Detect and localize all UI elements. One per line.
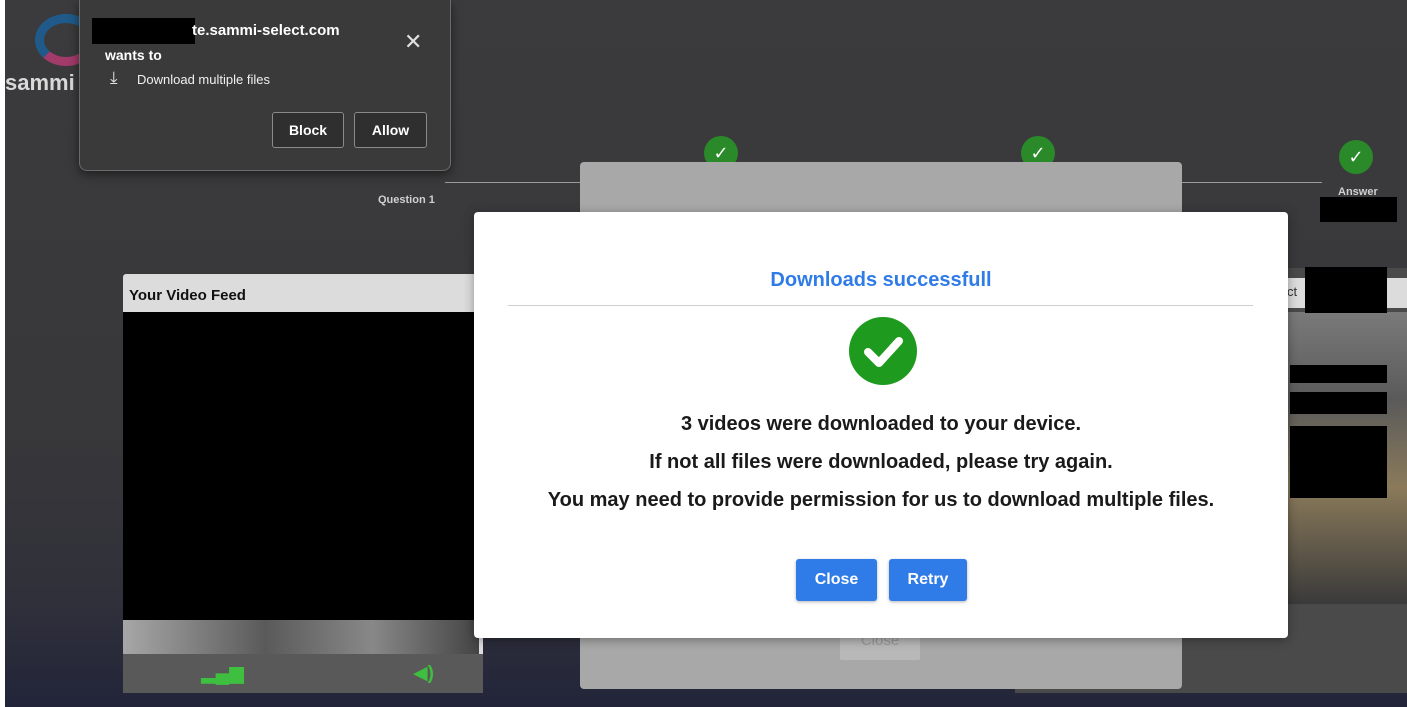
video-controls-bar: ▂▄▆ ◀): [123, 654, 483, 693]
permission-request-text: Download multiple files: [137, 72, 270, 87]
redaction-box: [1320, 197, 1397, 222]
speaker-icon[interactable]: ◀): [413, 662, 434, 685]
redaction-box: [1290, 392, 1387, 414]
success-check-icon: [849, 317, 917, 385]
video-feed-panel: Your Video Feed ▂▄▆ ◀): [123, 274, 483, 693]
step-check-icon: ✓: [1339, 140, 1373, 174]
download-permission-popup: te.sammi-select.com wants to ✕ ⤓ Downloa…: [79, 0, 451, 171]
video-feed-preview: [123, 620, 479, 654]
permission-wants-text: wants to: [105, 47, 162, 63]
permission-site: te.sammi-select.com: [192, 22, 340, 39]
redaction-box: [1290, 365, 1387, 383]
video-feed-title: Your Video Feed: [129, 287, 246, 304]
download-icon: ⤓: [110, 68, 118, 87]
step-label-question-1: Question 1: [378, 194, 435, 206]
video-feed: [123, 312, 479, 620]
downloads-success-modal: Downloads successfull 3 videos were down…: [474, 212, 1288, 638]
modal-divider: [508, 305, 1253, 306]
redaction-box: [92, 18, 195, 44]
close-icon[interactable]: ✕: [404, 31, 422, 53]
close-button[interactable]: Close: [796, 559, 877, 601]
retry-button[interactable]: Retry: [889, 559, 967, 601]
signal-bars-icon[interactable]: ▂▄▆: [201, 662, 244, 685]
redaction-box: [1305, 267, 1387, 313]
allow-button[interactable]: Allow: [354, 112, 427, 148]
modal-message-try-again: If not all files were downloaded, please…: [649, 451, 1113, 473]
modal-message-permission: You may need to provide permission for u…: [547, 489, 1215, 511]
modal-title: Downloads successfull: [770, 269, 992, 291]
block-button[interactable]: Block: [272, 112, 344, 148]
modal-message-downloaded: 3 videos were downloaded to your device.: [680, 413, 1082, 435]
redaction-box: [1290, 426, 1387, 498]
